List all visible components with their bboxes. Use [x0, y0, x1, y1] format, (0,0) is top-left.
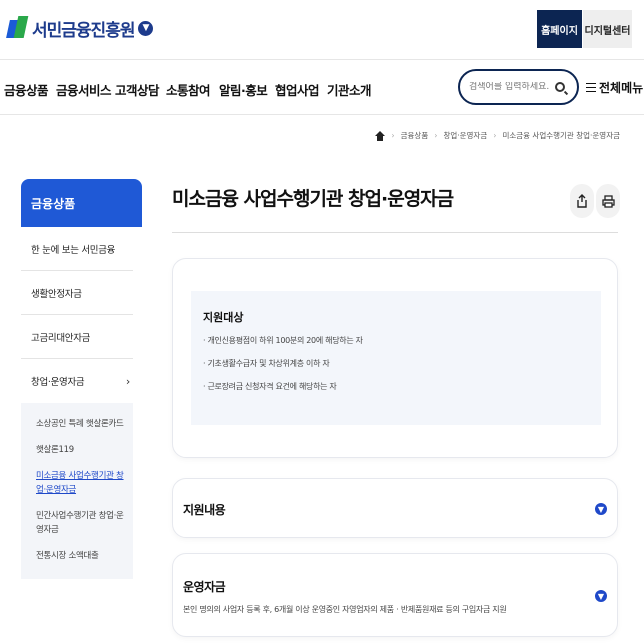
all-menu-label: 전체메뉴: [599, 81, 644, 95]
chevron-down-icon[interactable]: ▼: [595, 590, 607, 602]
submenu-item[interactable]: 전통시장 소액대출: [36, 543, 125, 569]
search-box: [458, 69, 579, 105]
logo-mark-icon: [6, 16, 29, 40]
sidebar-item[interactable]: 고금리대안자금: [21, 315, 133, 359]
home-icon[interactable]: [375, 130, 386, 141]
breadcrumb-current: 미소금융 사업수행기관 창업·운영자금: [502, 131, 620, 140]
target-list-item: · 기초생활수급자 및 차상위계층 이하 자: [203, 359, 330, 368]
target-info-box: 지원대상 · 개인신용평점이 하위 100분의 20에 해당하는 자 · 기초생…: [191, 291, 601, 425]
submenu-item[interactable]: 민간사업수행기관 창업·운영자금: [36, 503, 125, 543]
chevron-right-icon: ›: [493, 131, 497, 140]
sidebar: 금융상품 한 눈에 보는 서민금융 생활안정자금 고금리대안자금 창업·운영자금…: [21, 179, 142, 579]
chevron-right-icon: ›: [125, 374, 130, 388]
submenu-item[interactable]: 햇살론119: [36, 437, 125, 463]
search-input[interactable]: [469, 82, 549, 92]
nav-item-customer-consult[interactable]: 고객상담: [115, 80, 160, 99]
accordion-title: 운영자금: [183, 580, 226, 594]
chevron-right-icon: ›: [434, 131, 438, 140]
page-title: 미소금융 사업수행기관 창업·운영자금: [172, 188, 454, 210]
site-logo[interactable]: 서민금융진흥원 ▼: [6, 10, 154, 46]
share-button[interactable]: [570, 184, 594, 218]
top-bar: 서민금융진흥원 ▼ 홈페이지 디지털센터: [0, 0, 644, 60]
target-title: 지원대상: [203, 311, 244, 324]
target-card: 지원대상 · 개인신용평점이 하위 100분의 20에 해당하는 자 · 기초생…: [172, 258, 618, 458]
sidebar-heading: 금융상품: [21, 179, 142, 227]
breadcrumb: › 금융상품 › 창업·운영자금 › 미소금융 사업수행기관 창업·운영자금: [375, 130, 620, 141]
sidebar-item-label: 생활안정자금: [31, 288, 82, 300]
logo-text: 서민금융진흥원: [32, 20, 135, 41]
print-button[interactable]: [596, 184, 620, 218]
accordion-description: 본인 명의의 사업자 등록 후, 6개월 이상 운영중인 자영업자의 제품ㆍ반제…: [183, 605, 507, 614]
digital-center-button[interactable]: 디지털센터: [583, 10, 632, 48]
accordion-operating-funds[interactable]: 운영자금 본인 명의의 사업자 등록 후, 6개월 이상 운영중인 자영업자의 …: [172, 553, 618, 637]
sidebar-item-startup-funds[interactable]: 창업·운영자금 ›: [21, 359, 133, 403]
chevron-right-icon: ›: [391, 131, 395, 140]
title-divider: [172, 232, 618, 233]
accordion-support-content[interactable]: 지원내용 ▼: [172, 478, 618, 538]
sidebar-item[interactable]: 한 눈에 보는 서민금융: [21, 227, 133, 271]
all-menu-button[interactable]: 전체메뉴: [586, 79, 643, 96]
sidebar-item-label: 고금리대안자금: [31, 332, 91, 344]
nav-item-participation[interactable]: 소통참여: [166, 80, 211, 99]
sidebar-item-label: 한 눈에 보는 서민금융: [31, 244, 116, 256]
nav-item-financial-products[interactable]: 금융상품: [4, 80, 49, 99]
search-icon[interactable]: [555, 82, 565, 92]
sidebar-submenu: 소상공인 특례 햇살론카드 햇살론119 미소금융 사업수행기관 창업·운영자금…: [21, 403, 133, 579]
chevron-down-icon[interactable]: ▼: [138, 20, 154, 36]
sidebar-item[interactable]: 생활안정자금: [21, 271, 133, 315]
homepage-button[interactable]: 홈페이지: [537, 10, 582, 48]
sidebar-item-label: 창업·운영자금: [31, 377, 85, 388]
nav-item-news-pr[interactable]: 알림·홍보: [219, 80, 268, 99]
main-nav: 금융상품 금융서비스 고객상담 소통참여 알림·홍보 협업사업 기관소개 전체메…: [0, 61, 644, 115]
submenu-item-active[interactable]: 미소금융 사업수행기관 창업·운영자금: [36, 463, 125, 503]
chevron-down-icon[interactable]: ▼: [595, 503, 607, 515]
breadcrumb-item[interactable]: 창업·운영자금: [443, 130, 487, 141]
nav-item-cooperation[interactable]: 협업사업: [275, 80, 320, 99]
target-list-item: · 개인신용평점이 하위 100분의 20에 해당하는 자: [203, 336, 363, 345]
hamburger-icon: [586, 82, 596, 93]
breadcrumb-item[interactable]: 금융상품: [401, 130, 429, 141]
print-icon: [601, 194, 615, 208]
share-icon: [577, 194, 587, 208]
nav-item-financial-services[interactable]: 금융서비스: [56, 80, 112, 99]
submenu-item[interactable]: 소상공인 특례 햇살론카드: [36, 411, 125, 437]
nav-item-about[interactable]: 기관소개: [327, 80, 372, 99]
accordion-title: 지원내용: [183, 503, 226, 517]
target-list-item: · 근로장려금 신청자격 요건에 해당하는 자: [203, 382, 337, 391]
